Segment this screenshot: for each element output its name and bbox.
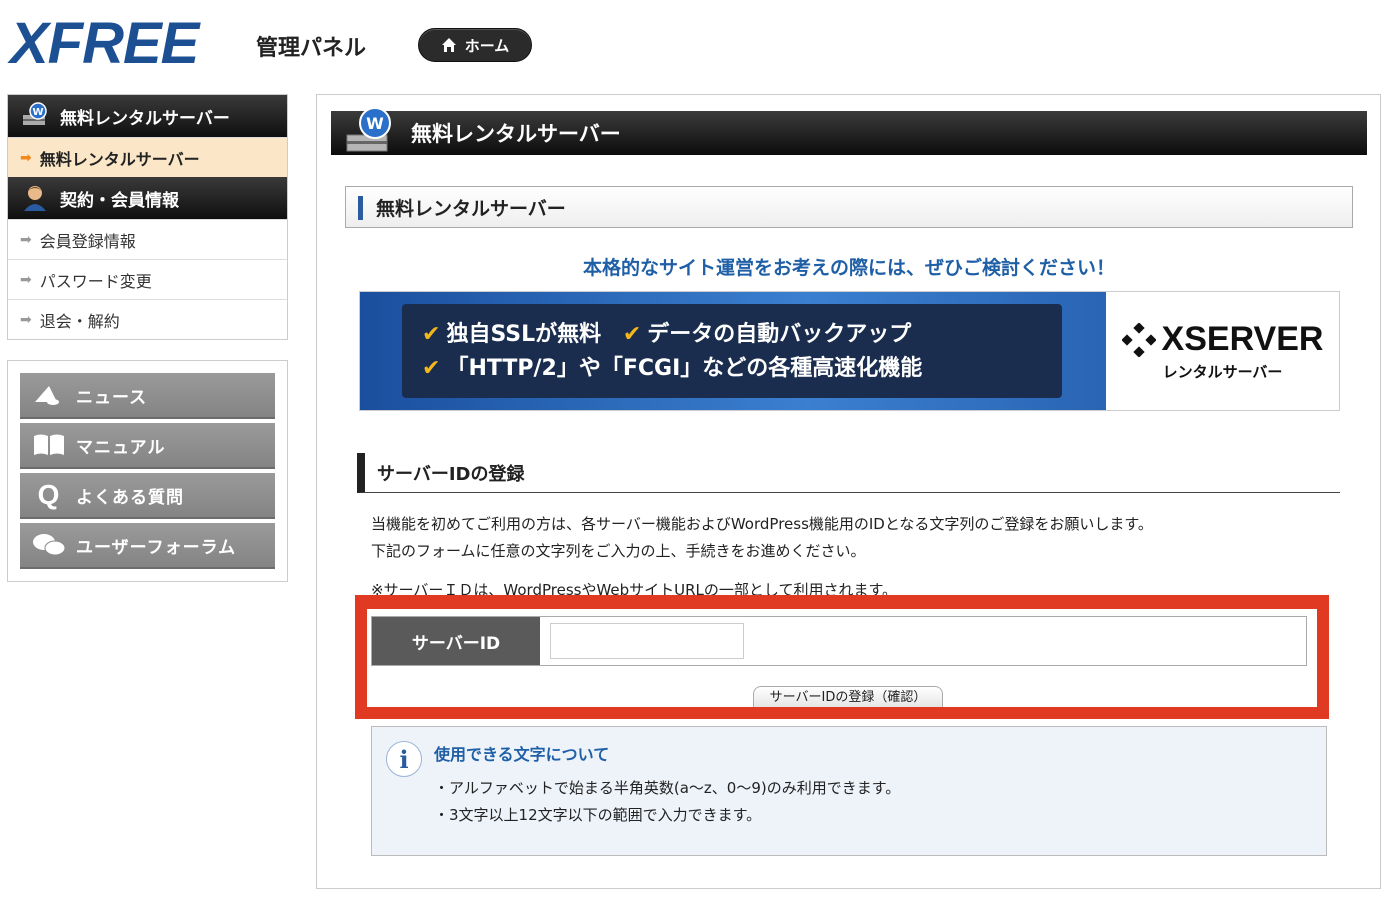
main-panel: W 無料レンタルサーバー 無料レンタルサーバー 本格的なサイト運営をお考えの際に… — [316, 94, 1381, 889]
wordpress-server-icon: W — [341, 103, 403, 161]
book-icon — [32, 430, 66, 460]
description-line: 下記のフォームに任意の文字列をご入力の上、手続きをお進めください。 — [371, 542, 866, 560]
home-icon — [441, 38, 456, 52]
chat-icon — [32, 530, 66, 560]
xserver-banner[interactable]: ✔ 独自SSLが無料 ✔ データの自動バックアップ ✔ 「HTTP/2」や「FCGI」… — [359, 291, 1340, 411]
description: 当機能を初めてご利用の方は、各サーバー機能およびWordPress機能用のIDと… — [371, 511, 1331, 565]
sidebar-nav: ニュース マニュアル Q よくある質問 ユーザーフォーラム — [7, 360, 288, 582]
annotation-highlight-box — [355, 595, 1329, 719]
nav-manual[interactable]: マニュアル — [20, 423, 275, 469]
check-icon: ✔ — [422, 356, 441, 381]
check-icon: ✔ — [622, 322, 642, 347]
nav-label: ニュース — [76, 387, 148, 408]
sidebar-item-password[interactable]: ➡ パスワード変更 — [8, 259, 287, 299]
wordpress-server-icon: W — [20, 101, 50, 131]
banner-feature-speed: 「HTTP/2」や「FCGI」などの各種高速化機能 — [446, 356, 923, 381]
main-title: 無料レンタルサーバー — [411, 122, 621, 146]
promo-title: 本格的なサイト運営をお考えの際には、ぜひご検討ください！ — [582, 257, 1115, 279]
sidebar-header-server: W 無料レンタルサーバー — [8, 95, 287, 137]
page-subtitle: 無料レンタルサーバー — [345, 186, 1353, 228]
sidebar-item-label: 退会・解約 — [39, 311, 120, 331]
banner-line-1: ✔ 独自SSLが無料 ✔ データの自動バックアップ — [422, 318, 1042, 352]
sidebar-item-free-server[interactable]: ➡ 無料レンタルサーバー — [8, 137, 287, 177]
nav-label: マニュアル — [76, 437, 166, 458]
info-list: ・アルファベットで始まる半角英数(a〜z、0〜9)のみ利用できます。 ・3文字以… — [434, 775, 900, 829]
sidebar-item-withdraw[interactable]: ➡ 退会・解約 — [8, 299, 287, 339]
arrow-right-icon: ➡ — [20, 271, 32, 288]
info-icon: i — [386, 741, 422, 777]
q-icon: Q — [37, 479, 61, 510]
description-line: 当機能を初めてご利用の方は、各サーバー機能およびWordPress機能用のIDと… — [371, 515, 1153, 533]
panel-label: 管理パネル — [256, 36, 367, 61]
arrow-right-icon: ➡ — [20, 231, 32, 248]
nav-label: よくある質問 — [76, 487, 184, 508]
svg-text:W: W — [366, 114, 384, 133]
xserver-logo: XSERVER レンタルサーバー — [1106, 292, 1339, 410]
nav-news[interactable]: ニュース — [20, 373, 275, 419]
banner-feature-backup: データの自動バックアップ — [647, 322, 912, 347]
sidebar-header-label: 契約・会員情報 — [60, 190, 179, 211]
sidebar-header-account: 契約・会員情報 — [8, 177, 287, 219]
arrow-right-icon: ➡ — [20, 149, 32, 166]
sidebar-item-member-info[interactable]: ➡ 会員登録情報 — [8, 219, 287, 259]
sidebar-header-label: 無料レンタルサーバー — [60, 108, 230, 129]
banner-line-2: ✔ 「HTTP/2」や「FCGI」などの各種高速化機能 — [422, 352, 1042, 386]
info-title: 使用できる文字について — [434, 745, 610, 764]
nav-faq[interactable]: Q よくある質問 — [20, 473, 275, 519]
arrow-right-icon: ➡ — [20, 311, 32, 328]
xserver-diamond-icon — [1121, 322, 1156, 357]
megaphone-icon — [32, 380, 66, 410]
check-icon: ✔ — [422, 322, 441, 347]
sidebar-item-label: 会員登録情報 — [39, 231, 136, 251]
xserver-brand: XSERVER — [1161, 320, 1324, 358]
user-icon — [20, 183, 50, 213]
banner-feature-ssl: 独自SSLが無料 — [446, 322, 602, 347]
info-box: i 使用できる文字について ・アルファベットで始まる半角英数(a〜z、0〜9)の… — [371, 726, 1327, 856]
main-header: W 無料レンタルサーバー — [331, 107, 1367, 155]
home-label: ホーム — [464, 36, 510, 55]
sidebar-item-label: 無料レンタルサーバー — [39, 149, 200, 169]
banner-feature-text: ✔ 独自SSLが無料 ✔ データの自動バックアップ ✔ 「HTTP/2」や「FCGI」… — [402, 304, 1062, 398]
nav-forum[interactable]: ユーザーフォーラム — [20, 523, 275, 569]
home-button[interactable]: ホーム — [418, 28, 532, 62]
svg-text:W: W — [32, 107, 43, 118]
sidebar: W 無料レンタルサーバー ➡ 無料レンタルサーバー 契約・会員情報 ➡ 会員登録… — [7, 94, 288, 340]
info-item: ・3文字以上12文字以下の範囲で入力できます。 — [434, 806, 762, 824]
section-title: サーバーIDの登録 — [357, 453, 1340, 493]
xserver-brand-sub: レンタルサーバー — [1162, 363, 1283, 381]
sidebar-item-label: パスワード変更 — [39, 271, 152, 291]
xfree-logo[interactable]: XFREE — [10, 14, 199, 74]
info-item: ・アルファベットで始まる半角英数(a〜z、0〜9)のみ利用できます。 — [434, 779, 901, 797]
banner-feature-area: ✔ 独自SSLが無料 ✔ データの自動バックアップ ✔ 「HTTP/2」や「FCGI」… — [360, 292, 1106, 410]
nav-label: ユーザーフォーラム — [76, 537, 237, 558]
